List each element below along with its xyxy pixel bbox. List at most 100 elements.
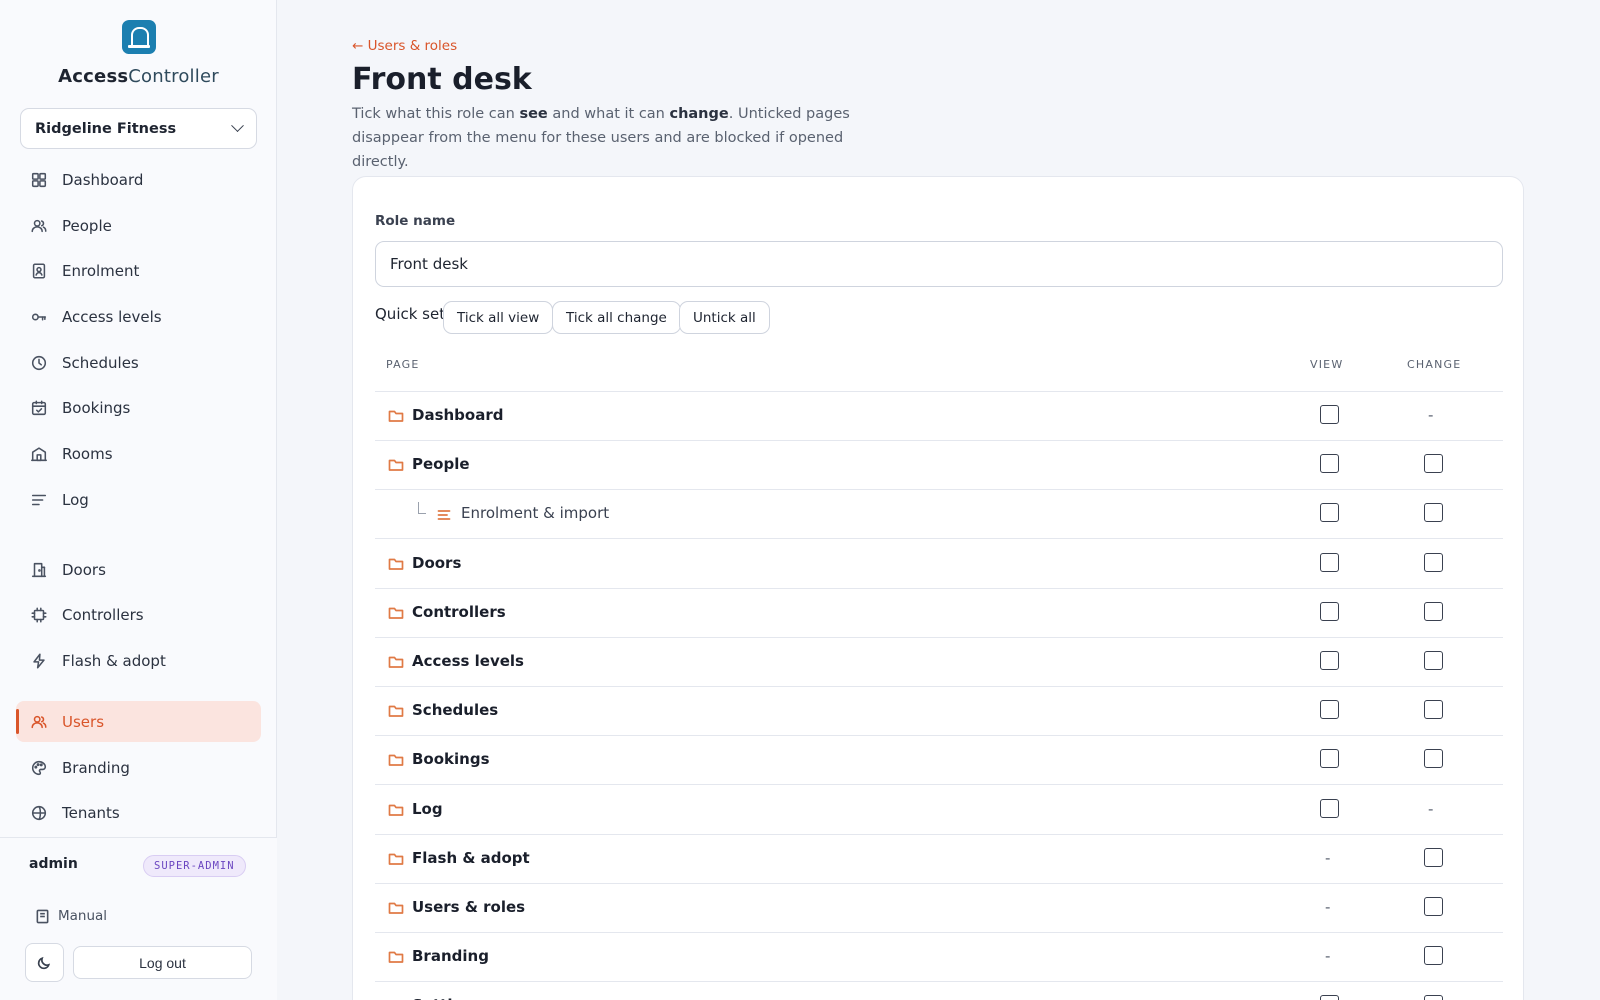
page-title: Front desk [352,62,532,97]
bolt-icon [30,652,48,670]
table-row: Settings [375,982,1503,1000]
users-icon [30,217,48,235]
sidebar-item-rooms[interactable]: Rooms [16,433,261,474]
view-checkbox[interactable] [1320,454,1339,474]
book-icon [36,909,49,923]
sidebar-item-label: Tenants [62,803,120,822]
tick-all-view-button[interactable]: Tick all view [443,301,554,334]
change-checkbox[interactable] [1424,946,1443,966]
change-checkbox[interactable] [1424,700,1443,720]
desc-see: see [519,106,548,122]
sidebar-item-bookings[interactable]: Bookings [16,387,261,428]
desc-part-1: Tick what this role can [352,106,520,122]
table-row: Enrolment & import [375,490,1503,540]
change-checkbox[interactable] [1424,651,1443,670]
clock-icon [30,354,48,372]
sidebar-item-enrolment[interactable]: Enrolment [16,250,261,291]
role-name-input[interactable] [375,241,1503,287]
sidebar-item-people[interactable]: People [16,205,261,246]
sidebar-item-log[interactable]: Log [16,479,261,520]
folder-icon [388,408,404,424]
folder-icon [388,851,404,867]
change-checkbox[interactable] [1424,749,1443,769]
sidebar-item-label: Schedules [62,353,139,372]
sidebar-item-doors[interactable]: Doors [16,549,261,590]
view-checkbox[interactable] [1320,995,1339,1000]
folder-icon [388,654,404,670]
table-row: Schedules [375,687,1503,737]
table-row: Controllers [375,589,1503,638]
theme-toggle-button[interactable] [25,943,64,982]
sidebar-item-label: Access levels [62,307,162,326]
view-not-applicable: - [1325,898,1331,916]
tick-all-change-button[interactable]: Tick all change [552,301,681,334]
change-not-applicable: - [1428,406,1434,424]
door-lock-icon [121,20,156,54]
brand-name-strong: Access [58,66,129,87]
page-name: Doors [412,553,462,572]
page-description: Tick what this role can see and what it … [352,102,872,174]
page-name: Controllers [412,602,506,621]
column-header-view: VIEW [1310,358,1344,371]
manual-link[interactable]: Manual [35,908,107,924]
chip-icon [30,606,48,624]
id-badge-icon [30,262,48,280]
view-checkbox[interactable] [1320,700,1339,720]
sidebar-item-tenants[interactable]: Tenants [16,792,261,833]
change-checkbox[interactable] [1424,601,1443,621]
change-checkbox[interactable] [1424,995,1443,1000]
main-content: ← Users & roles Front desk Tick what thi… [278,0,1600,1000]
sidebar-item-users[interactable]: Users [16,701,261,742]
table-row: Log - [375,786,1503,835]
tenants-icon [30,804,48,822]
sidebar-item-branding[interactable]: Branding [16,747,261,788]
view-checkbox[interactable] [1320,798,1339,818]
change-not-applicable: - [1428,799,1434,818]
table-row: People [375,441,1503,491]
folder-icon [388,900,404,916]
untick-all-button[interactable]: Untick all [679,301,770,334]
view-checkbox[interactable] [1320,405,1339,424]
sidebar-item-label: Rooms [62,444,113,463]
calendar-check-icon [30,399,48,417]
back-link[interactable]: ← Users & roles [352,38,457,54]
page-name: Access levels [412,652,524,670]
sidebar-item-controllers[interactable]: Controllers [16,594,261,635]
change-checkbox[interactable] [1424,897,1443,916]
sidebar-item-label: Log [62,490,89,509]
logout-button[interactable]: Log out [73,946,252,979]
view-checkbox[interactable] [1320,749,1339,769]
folder-icon [388,949,404,965]
page-name: Dashboard [412,406,504,424]
column-header-change: CHANGE [1407,358,1462,371]
change-checkbox[interactable] [1424,552,1443,572]
page-name: Log [412,799,443,818]
view-checkbox[interactable] [1320,651,1339,670]
sidebar-item-label: Bookings [62,398,131,417]
role-name-label: Role name [375,213,456,229]
sidebar-item-schedules[interactable]: Schedules [16,342,261,383]
building-icon [30,445,48,463]
folder-icon [388,457,404,473]
change-checkbox[interactable] [1424,503,1443,523]
view-checkbox[interactable] [1320,601,1339,621]
tenant-select[interactable]: Ridgeline Fitness [20,108,257,149]
sidebar-item-flash-adopt[interactable]: Flash & adopt [16,640,261,681]
page-name: Schedules [412,701,499,720]
change-checkbox[interactable] [1424,847,1443,867]
role-editor-card: Role name Quick set Tick all view Tick a… [352,176,1524,1000]
moon-icon [37,956,51,970]
page-name: Bookings [412,750,490,769]
sidebar-item-label: Doors [62,560,106,579]
sidebar-item-label: People [62,216,112,235]
view-checkbox[interactable] [1320,503,1339,523]
folder-icon [388,605,404,621]
change-checkbox[interactable] [1424,454,1443,474]
table-row: Branding - [375,933,1503,983]
sidebar-item-label: Flash & adopt [62,651,166,670]
view-checkbox[interactable] [1320,552,1339,572]
sidebar-item-dashboard[interactable]: Dashboard [16,159,261,200]
brand-name: AccessController [0,66,277,87]
role-badge: SUPER-ADMIN [143,855,246,877]
sidebar-item-access-levels[interactable]: Access levels [16,296,261,337]
